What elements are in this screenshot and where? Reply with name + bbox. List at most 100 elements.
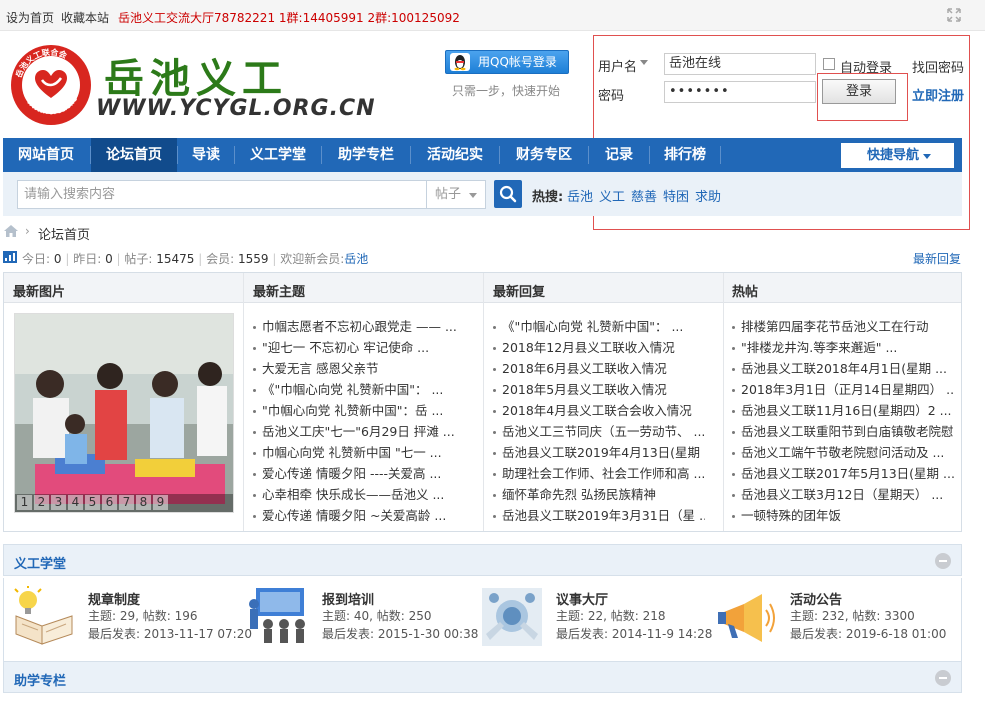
list-item[interactable]: 岳池县义工联11月16日(星期四）2 ...: [732, 400, 954, 419]
featured-photo[interactable]: 1 2 3 4 5 6 7 8 9: [14, 313, 234, 513]
password-field[interactable]: •••••••: [664, 81, 816, 103]
site-logo[interactable]: 岳池义工联合会 WWW.YCYGL.ORG 岳池义工 WWW.YCYGL.ORG…: [8, 40, 375, 130]
home-icon[interactable]: [4, 225, 18, 237]
list-item[interactable]: 排楼第四届李花节岳池义工在行动: [732, 316, 954, 335]
list-item[interactable]: 2018年6月县义工联收入情况: [493, 358, 705, 377]
forum-name[interactable]: 规章制度: [88, 589, 140, 608]
list-item[interactable]: 缅怀革命先烈 弘扬民族精神: [493, 484, 705, 503]
latest-reply-link[interactable]: 最新回复: [913, 250, 961, 267]
register-link[interactable]: 立即注册: [912, 85, 964, 104]
col-title-latest-replies: 最新回复: [493, 285, 546, 300]
list-item[interactable]: 助理社会工作师、社会工作师和高 ...: [493, 463, 705, 482]
bar-chart-icon: [3, 251, 17, 263]
section-title[interactable]: 助学专栏: [14, 670, 66, 689]
stat-members: 1559: [237, 252, 269, 266]
list-item[interactable]: 岳池义工庆"七一"6月29日 抨滩 ...: [253, 421, 465, 440]
forgot-password-link[interactable]: 找回密码: [912, 57, 964, 76]
meeting-icon[interactable]: [480, 586, 544, 648]
set-home-link[interactable]: 设为首页: [6, 9, 54, 26]
collapse-icon[interactable]: [935, 553, 951, 569]
recent-activity-panel: 最新图片 最新主题 最新回复 热帖 1 2 3 4 5 6 7 8 9 巾帼志愿…: [3, 272, 962, 532]
svg-text:WWW.YCYGL.ORG: WWW.YCYGL.ORG: [25, 96, 79, 117]
megaphone-icon[interactable]: [714, 586, 778, 648]
hot-word[interactable]: 义工: [599, 186, 625, 205]
nav-records[interactable]: 记录: [589, 138, 649, 172]
nav-volunteer-school[interactable]: 义工学堂: [235, 138, 321, 172]
bookmark-link[interactable]: 收藏本站: [61, 9, 109, 26]
list-item[interactable]: "迎七一 不忘初心 牢记使命 ...: [253, 337, 465, 356]
nav-forum-home[interactable]: 论坛首页: [91, 138, 177, 172]
book-icon[interactable]: [12, 586, 76, 648]
list-item[interactable]: 巾帼志愿者不忘初心跟党走 —— ...: [253, 316, 465, 335]
nav-student-aid[interactable]: 助学专栏: [322, 138, 410, 172]
username-label: 用户名: [598, 60, 638, 75]
list-item[interactable]: 岳池县义工联重阳节到白庙镇敬老院慰 ...: [732, 421, 954, 440]
nav-activities[interactable]: 活动纪实: [411, 138, 499, 172]
hot-word[interactable]: 求助: [695, 186, 721, 205]
search-button[interactable]: [494, 180, 522, 208]
search-type-select[interactable]: 帖子: [426, 180, 486, 209]
forum-name[interactable]: 议事大厅: [556, 589, 608, 608]
list-item[interactable]: 岳池县义工联2019年4月13日(星期 ...: [493, 442, 705, 461]
list-item[interactable]: 岳池县义工联3月12日（星期天） ...: [732, 484, 954, 503]
list-item[interactable]: "排楼龙井沟.等李来邂逅" ...: [732, 337, 954, 356]
list-item[interactable]: "巾帼心向党 礼赞新中国"：岳 ...: [253, 400, 465, 419]
section-title[interactable]: 义工学堂: [14, 553, 66, 572]
hot-word[interactable]: 岳池: [567, 186, 593, 205]
col-title-latest-topics: 最新主题: [253, 285, 306, 300]
training-icon[interactable]: [246, 586, 310, 648]
breadcrumb-separator: ›: [25, 224, 30, 238]
new-member-link[interactable]: 岳池: [344, 252, 368, 266]
list-item[interactable]: 岳池县义工联2017年5月13日(星期 ...: [732, 463, 954, 482]
forum-name[interactable]: 活动公告: [790, 589, 842, 608]
pager-dot[interactable]: 8: [136, 495, 151, 510]
stat-yesterday: 0: [105, 252, 113, 266]
pager-dot[interactable]: 2: [34, 495, 49, 510]
pager-dot[interactable]: 3: [51, 495, 66, 510]
username-field[interactable]: 岳池在线: [664, 53, 816, 75]
main-nav: 网站首页 论坛首页 导读 义工学堂 助学专栏 活动纪实 财务专区 记录 排行榜 …: [3, 138, 962, 172]
site-url: WWW.YCYGL.ORG.CN: [96, 96, 376, 121]
hot-word[interactable]: 慈善: [631, 186, 657, 205]
login-button[interactable]: 登录: [822, 79, 896, 104]
nav-guide[interactable]: 导读: [178, 138, 234, 172]
pager-dot[interactable]: 4: [68, 495, 83, 510]
list-item[interactable]: 爱心传递 情暖夕阳 ~关爱高龄 ...: [253, 505, 465, 524]
list-item[interactable]: 2018年5月县义工联收入情况: [493, 379, 705, 398]
pager-dot[interactable]: 6: [102, 495, 117, 510]
auto-login-checkbox[interactable]: [823, 58, 835, 70]
pager-dot[interactable]: 5: [85, 495, 100, 510]
top-bar: 设为首页 收藏本站 岳池义工交流大厅78782221 1群:14405991 2…: [0, 0, 985, 31]
list-item[interactable]: 一顿特殊的团年饭: [732, 505, 954, 524]
list-item[interactable]: 心幸相牵 快乐成长——岳池义 ...: [253, 484, 465, 503]
list-item[interactable]: 岳池县义工联2019年3月31日（星 ...: [493, 505, 705, 524]
list-item[interactable]: 《"巾帼心向党 礼赞新中国"： ...: [493, 316, 705, 335]
list-item[interactable]: 2018年12月县义工联收入情况: [493, 337, 705, 356]
list-item[interactable]: 2018年4月县义工联合会收入情况: [493, 400, 705, 419]
hot-word[interactable]: 特困: [663, 186, 689, 205]
search-input[interactable]: 请输入搜索内容: [17, 180, 427, 209]
hot-search-label: 热搜:: [532, 190, 564, 205]
nav-home[interactable]: 网站首页: [7, 138, 85, 172]
quick-nav-button[interactable]: 快捷导航: [841, 143, 954, 168]
expand-icon[interactable]: [947, 8, 961, 22]
qq-login-button[interactable]: 用QQ帐号登录: [445, 50, 569, 74]
list-item[interactable]: 岳池义工三节同庆（五一劳动节、 ...: [493, 421, 705, 440]
pager-dot[interactable]: 7: [119, 495, 134, 510]
pager-dot[interactable]: 9: [153, 495, 168, 510]
list-item[interactable]: 岳池义工端午节敬老院慰问活动及 ...: [732, 442, 954, 461]
list-item[interactable]: 爱心传递 情暖夕阳 ----关爱高 ...: [253, 463, 465, 482]
nav-finance[interactable]: 财务专区: [500, 138, 588, 172]
chevron-down-icon[interactable]: [640, 60, 648, 65]
list-item[interactable]: 2018年3月1日（正月14日星期四） ...: [732, 379, 954, 398]
collapse-icon[interactable]: [935, 670, 951, 686]
list-item[interactable]: 岳池县义工联2018年4月1日(星期 ...: [732, 358, 954, 377]
forum-name[interactable]: 报到培训: [322, 589, 374, 608]
list-item[interactable]: 巾帼心向党 礼赞新中国 "七一 ...: [253, 442, 465, 461]
list-item[interactable]: 大爱无言 感恩父亲节: [253, 358, 465, 377]
search-type-label: 帖子: [435, 187, 462, 202]
pager-dot[interactable]: 1: [17, 495, 32, 510]
nav-ranking[interactable]: 排行榜: [650, 138, 720, 172]
chevron-down-icon: [923, 154, 931, 159]
list-item[interactable]: 《"巾帼心向党 礼赞新中国"： ...: [253, 379, 465, 398]
